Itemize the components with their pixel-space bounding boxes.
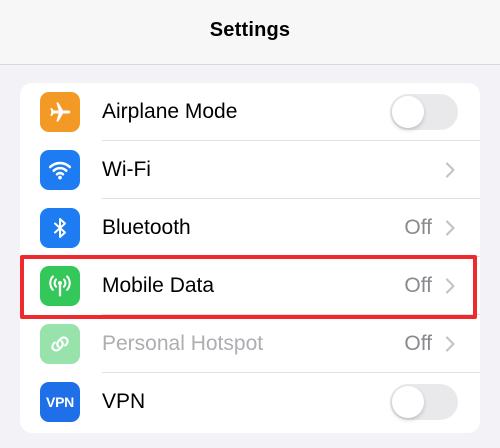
wifi-label: Wi-Fi	[102, 158, 151, 181]
mobile-data-row[interactable]: Mobile Data Off	[20, 257, 480, 315]
chevron-right-icon	[445, 336, 455, 352]
chevron-right-icon	[445, 220, 455, 236]
airplane-mode-row[interactable]: Airplane Mode	[20, 83, 480, 141]
toggle-knob	[392, 96, 424, 128]
settings-group: Airplane Mode Wi-Fi Bluetooth Off Mobile…	[20, 83, 480, 433]
hotspot-link-icon	[40, 324, 80, 364]
bluetooth-label: Bluetooth	[102, 216, 191, 239]
personal-hotspot-row[interactable]: Personal Hotspot Off	[20, 315, 480, 373]
wifi-icon	[40, 150, 80, 190]
vpn-toggle[interactable]	[390, 384, 458, 420]
vpn-row[interactable]: VPN VPN	[20, 373, 480, 431]
page-title: Settings	[209, 18, 291, 41]
bluetooth-icon	[40, 208, 80, 248]
wifi-row[interactable]: Wi-Fi	[20, 141, 480, 199]
chevron-right-icon	[445, 162, 455, 178]
vpn-label: VPN	[102, 390, 146, 413]
chevron-right-icon	[445, 278, 455, 294]
settings-screen: Settings Airplane Mode Wi-Fi Bluetooth O…	[0, 0, 500, 448]
vpn-icon-text: VPN	[46, 394, 74, 410]
navigation-bar: Settings	[0, 0, 500, 65]
antenna-icon	[40, 266, 80, 306]
airplane-mode-label: Airplane Mode	[102, 100, 238, 123]
personal-hotspot-status: Off	[404, 332, 432, 355]
mobile-data-status: Off	[404, 274, 432, 297]
airplane-mode-toggle[interactable]	[390, 94, 458, 130]
bluetooth-row[interactable]: Bluetooth Off	[20, 199, 480, 257]
personal-hotspot-label: Personal Hotspot	[102, 332, 264, 355]
bluetooth-status: Off	[404, 216, 432, 239]
mobile-data-label: Mobile Data	[102, 274, 215, 297]
toggle-knob	[392, 386, 424, 418]
vpn-icon: VPN	[40, 382, 80, 422]
airplane-icon	[40, 92, 80, 132]
